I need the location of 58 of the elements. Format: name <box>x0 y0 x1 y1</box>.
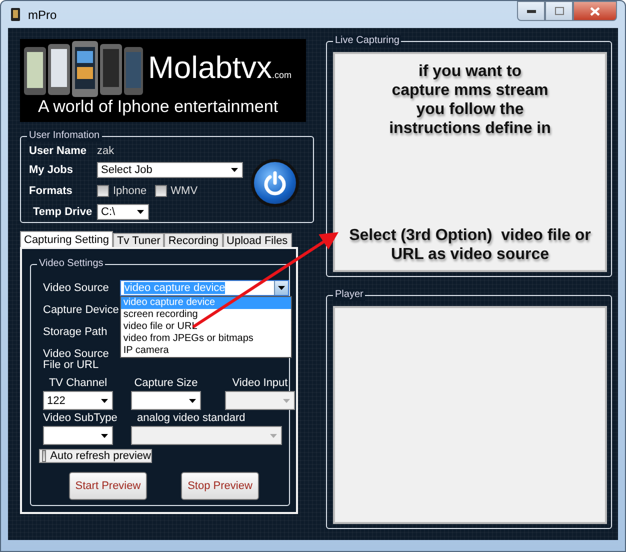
preview-button[interactable]: Stop Preview <box>181 472 259 500</box>
group-title: User Infomation <box>27 130 102 142</box>
note-text: Select (3rd Option) video file or URL as video source <box>348 226 592 264</box>
auto-refresh-checkbox[interactable]: Auto refresh preview <box>39 449 152 463</box>
temp-drive-dropdown[interactable]: C:\ <box>97 204 149 220</box>
maximize-button[interactable] <box>545 1 573 21</box>
field-label: Video Input <box>231 377 289 389</box>
group-title: Player <box>333 289 366 301</box>
dropdown-arrow-icon <box>189 398 196 402</box>
minimize-button[interactable] <box>517 1 545 21</box>
dropdown-option[interactable]: screen recording <box>121 309 292 321</box>
group-title: Video Settings <box>37 258 106 270</box>
dropdown[interactable]: 122 <box>43 391 113 410</box>
tab[interactable]: Upload Files <box>222 233 292 247</box>
dropdown-option[interactable]: IP camera <box>121 345 292 357</box>
user-name-label: User Name <box>29 144 88 156</box>
tab[interactable]: Recording <box>164 233 223 247</box>
app-icon <box>11 8 20 21</box>
brand-domain: .com <box>272 70 292 80</box>
power-icon <box>262 170 288 196</box>
field-label: TV Channel <box>48 377 108 389</box>
dropdown-arrow-icon <box>101 398 108 402</box>
brand-name: Molabtvx <box>148 50 272 86</box>
dropdown[interactable] <box>43 426 113 445</box>
minimize-icon <box>526 10 536 12</box>
jobs-label: My Jobs <box>29 164 74 176</box>
dropdown-arrow-icon <box>231 168 238 172</box>
dropdown[interactable] <box>131 391 201 410</box>
formats-label: Formats <box>29 185 74 197</box>
tagline: A world of Iphone entertainment <box>38 97 280 117</box>
field-label: Capture Device <box>43 304 120 316</box>
dropdown-option[interactable]: video from JPEGs or bitmaps <box>121 333 292 345</box>
tab[interactable]: Tv Tuner <box>113 233 164 247</box>
dropdown-arrow-icon <box>137 210 144 214</box>
instructions-text: if you want to capture mms stream you follow the instructions define in <box>388 62 552 138</box>
jobs-dropdown[interactable]: Select Job <box>97 162 243 178</box>
maximize-icon <box>554 7 564 15</box>
field-label: Video Source <box>43 282 110 294</box>
group-title: Live Capturing <box>333 35 402 47</box>
close-button[interactable] <box>573 1 617 21</box>
field-label: analog video standard <box>136 412 246 424</box>
format-checkbox[interactable]: WMV <box>154 185 198 197</box>
user-name-value: zak <box>97 144 116 156</box>
preview-button[interactable]: Start Preview <box>69 472 147 500</box>
field-label: Video Source File or URL <box>43 349 110 371</box>
window-title: mPro <box>28 8 57 22</box>
field-label: Capture Size <box>133 377 199 389</box>
field-label: Storage Path <box>43 326 108 338</box>
dropdown-option[interactable]: video file or URL <box>121 321 292 333</box>
temp-drive-label: Temp Drive <box>32 206 94 218</box>
tab[interactable]: Capturing Setting <box>20 231 113 247</box>
format-checkbox[interactable]: Iphone <box>97 185 147 197</box>
close-icon <box>590 6 600 16</box>
dropdown-arrow-icon <box>278 286 285 290</box>
dropdown-arrow-icon <box>270 434 277 438</box>
power-button[interactable] <box>251 158 299 206</box>
dropdown-arrow-icon <box>283 398 290 402</box>
dropdown-arrow-icon <box>101 434 108 438</box>
